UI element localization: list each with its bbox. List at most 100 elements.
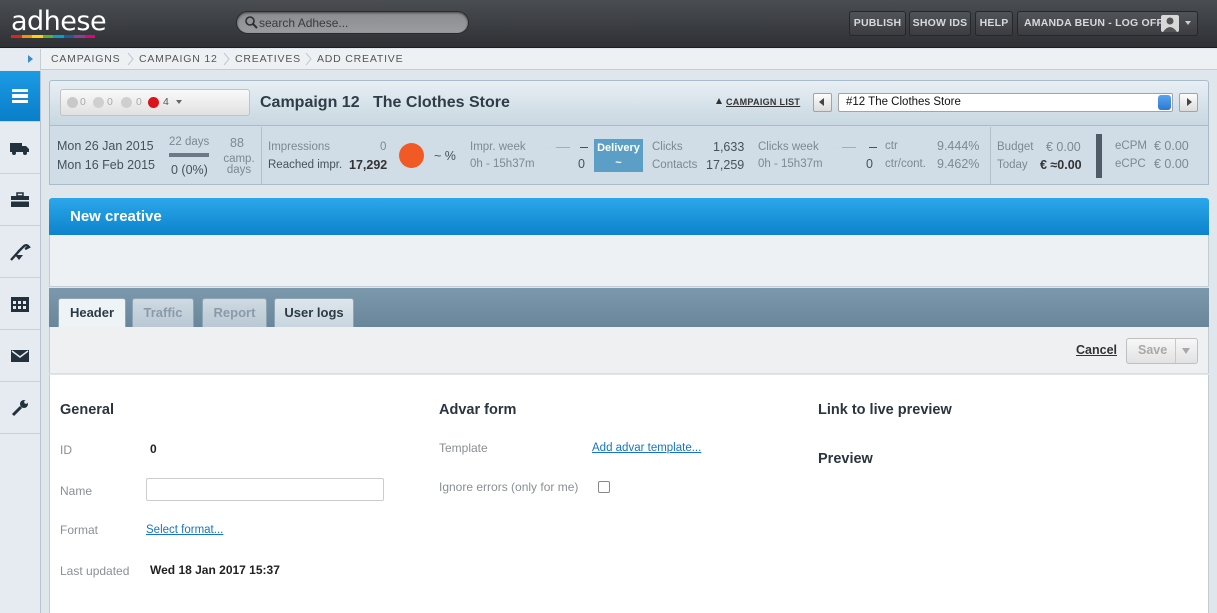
publish-button[interactable]: PUBLISH [849,11,906,36]
campaign-select[interactable]: #12 The Clothes Store [838,93,1173,112]
tab-user-logs[interactable]: User logs [274,298,354,327]
sidebar-item-tools[interactable] [0,227,40,278]
clicks-label: Clicks [652,141,683,153]
last-updated-label: Last updated [60,564,130,578]
stats-divider [990,127,991,184]
sidebar-item-calendar[interactable] [0,279,40,330]
previous-campaign-button[interactable] [813,93,832,112]
start-date: Mon 26 Jan 2015 [57,139,154,153]
search-input[interactable] [259,14,459,31]
impr-week-label: Impr. week [470,141,526,153]
budget-label: Budget [997,141,1034,153]
days-progress-bar [169,153,209,157]
days-progress: 0 (0%) [171,163,208,177]
live-preview-link-title[interactable]: Link to live preview [818,402,952,418]
sidebar-item-settings[interactable] [0,383,40,434]
impressions-label: Impressions [268,141,330,153]
sparkline-alert [869,147,877,148]
name-input[interactable] [146,478,384,501]
preview-title: Preview [818,451,873,467]
search-box[interactable] [236,11,469,34]
camp-days-label: camp. days [223,153,255,176]
ctr-cont-label: ctr/cont. [885,158,926,170]
inactive-status-icon [67,97,78,108]
mail-icon [11,350,29,362]
id-value: 0 [150,442,157,456]
inactive-count: 0 [80,96,86,108]
delivery-truck-icon [10,143,29,155]
show-ids-button[interactable]: SHOW IDS [909,11,971,36]
error-count: 4 [163,96,169,108]
clicks-week-range: 0h - 15h37m [758,158,823,170]
breadcrumb-separator-icon [223,52,230,66]
help-button[interactable]: HELP [975,11,1013,36]
breadcrumb-separator-icon [305,52,312,66]
last-updated-value: Wed 18 Jan 2017 15:37 [150,563,280,577]
playing-count: 0 [107,96,113,108]
sparkline-alert [580,147,588,148]
chevron-down-icon[interactable] [1182,348,1190,354]
sidebar-item-campaigns[interactable] [0,71,40,122]
contacts-label: Contacts [652,159,698,171]
ignore-errors-label: Ignore errors (only for me) [439,480,579,494]
template-label: Template [439,441,488,455]
briefcase-icon [11,192,29,207]
sidebar-item-advertisers[interactable] [0,175,40,226]
wrench-icon [11,400,28,417]
ecpm-value: € 0.00 [1154,139,1189,153]
reached-label: Reached impr. [268,159,343,171]
clicks-value: 1,633 [713,140,745,154]
breadcrumb-campaigns[interactable]: CAMPAIGNS [51,53,120,65]
arrow-right-icon [1187,98,1192,106]
select-arrows-icon [1158,95,1171,110]
budget-value: € 0.00 [1046,140,1081,154]
expand-arrow-icon [28,55,33,63]
play-status-icon [93,97,104,108]
ecpc-value: € 0.00 [1154,157,1189,171]
chevron-down-icon[interactable] [1185,21,1191,25]
format-label: Format [60,523,99,537]
name-label: Name [60,484,93,498]
days-count: 22 days [169,136,210,148]
user-avatar-icon[interactable] [1161,15,1179,32]
id-label: ID [60,443,72,457]
tools-icon [10,244,31,261]
campaign-name: The Clothes Store [373,94,510,111]
breadcrumb-campaign-12[interactable]: CAMPAIGN 12 [139,53,218,65]
breadcrumb-creatives[interactable]: CREATIVES [235,53,301,65]
today-label: Today [997,159,1028,171]
chevron-down-icon[interactable] [176,100,182,104]
delivery-badge: Delivery ~ [594,139,643,172]
breadcrumb-separator-icon [127,52,134,66]
clicks-week-label: Clicks week [758,141,819,153]
sidebar-item-messages[interactable] [0,331,40,382]
select-format-link[interactable]: Select format... [146,524,223,536]
today-value: € ≈0.00 [1040,158,1082,172]
next-campaign-button[interactable] [1179,93,1198,112]
sidebar [0,71,41,613]
stats-divider [261,127,262,184]
calendar-icon [11,297,29,312]
campaign-list-link[interactable]: CAMPAIGN LIST [726,97,800,107]
general-section-title: General [60,402,114,418]
impressions-percent: ~ % [434,149,456,163]
action-row [49,327,1209,374]
ecpm-label: eCPM [1115,140,1147,152]
tab-header[interactable]: Header [58,298,126,327]
add-advar-template-link[interactable]: Add advar template... [592,442,701,454]
ctr-label: ctr [885,140,898,152]
ignore-errors-checkbox[interactable] [598,481,610,493]
sparkline-base [538,147,556,148]
cancel-button[interactable]: Cancel [1076,343,1117,357]
breadcrumb-add-creative: ADD CREATIVE [317,53,404,65]
save-label: Save [1138,343,1168,357]
ecpc-label: eCPC [1115,158,1146,170]
tab-report[interactable]: Report [202,298,267,327]
adhese-logo[interactable]: adhese [11,6,107,37]
sidebar-item-delivery[interactable] [0,123,40,174]
sidebar-toggle[interactable] [0,49,41,70]
contacts-value: 17,259 [706,158,745,172]
tab-traffic[interactable]: Traffic [132,298,194,327]
page-header-bar [49,198,1209,235]
advar-section-title: Advar form [439,402,517,418]
